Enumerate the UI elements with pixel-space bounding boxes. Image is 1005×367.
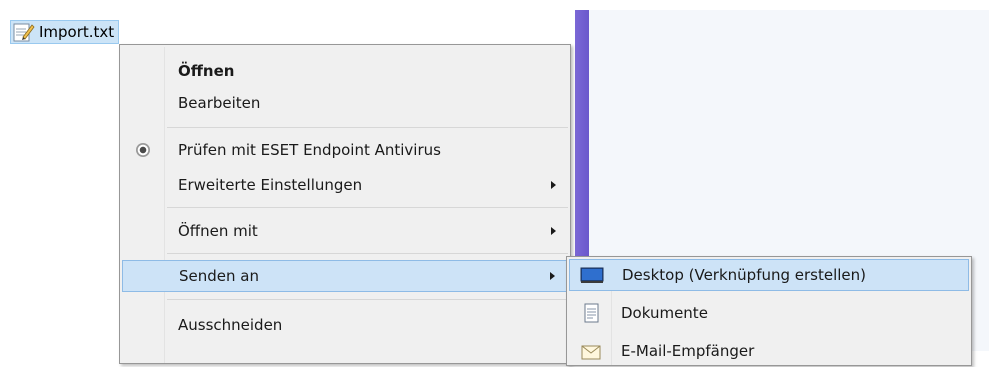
submenu-arrow-icon	[550, 272, 555, 280]
menu-separator	[167, 127, 568, 128]
text-file-icon	[13, 22, 35, 42]
menu-item-label: E-Mail-Empfänger	[621, 342, 755, 360]
menu-item-label: Ausschneiden	[178, 316, 283, 334]
menu-item-eset-scan[interactable]: Prüfen mit ESET Endpoint Antivirus	[122, 134, 568, 166]
submenu-item-desktop[interactable]: Desktop (Verknüpfung erstellen)	[569, 259, 969, 291]
eset-icon	[136, 143, 150, 157]
submenu-item-mail-recipient[interactable]: E-Mail-Empfänger	[569, 335, 969, 367]
submenu-arrow-icon	[551, 227, 556, 235]
menu-item-send-to[interactable]: Senden an	[122, 260, 568, 292]
file-name: Import.txt	[39, 23, 115, 41]
menu-item-label: Öffnen mit	[178, 222, 258, 240]
menu-item-label: Desktop (Verknüpfung erstellen)	[622, 266, 867, 284]
menu-item-label: Prüfen mit ESET Endpoint Antivirus	[178, 141, 441, 159]
menu-separator	[167, 253, 568, 254]
send-to-submenu: Desktop (Verknüpfung erstellen) Dokument…	[566, 256, 972, 366]
context-menu: Öffnen Bearbeiten Prüfen mit ESET Endpoi…	[119, 44, 571, 364]
menu-separator	[167, 207, 568, 208]
menu-item-label: Öffnen	[178, 62, 235, 80]
document-icon	[579, 303, 603, 323]
submenu-item-documents[interactable]: Dokumente	[569, 297, 969, 329]
menu-item-label: Dokumente	[621, 304, 708, 322]
menu-item-advanced-settings[interactable]: Erweiterte Einstellungen	[122, 169, 568, 201]
menu-item-open[interactable]: Öffnen	[122, 55, 568, 87]
menu-item-label: Bearbeiten	[178, 94, 261, 112]
menu-separator	[167, 299, 568, 300]
menu-item-open-with[interactable]: Öffnen mit	[122, 215, 568, 247]
submenu-arrow-icon	[551, 181, 556, 189]
menu-item-label: Erweiterte Einstellungen	[178, 176, 363, 194]
desktop-icon	[580, 265, 604, 285]
menu-item-edit[interactable]: Bearbeiten	[122, 87, 568, 119]
file-item[interactable]: Import.txt	[10, 20, 120, 44]
mail-icon	[579, 341, 603, 361]
menu-item-cut[interactable]: Ausschneiden	[122, 309, 568, 341]
menu-item-label: Senden an	[179, 267, 259, 285]
